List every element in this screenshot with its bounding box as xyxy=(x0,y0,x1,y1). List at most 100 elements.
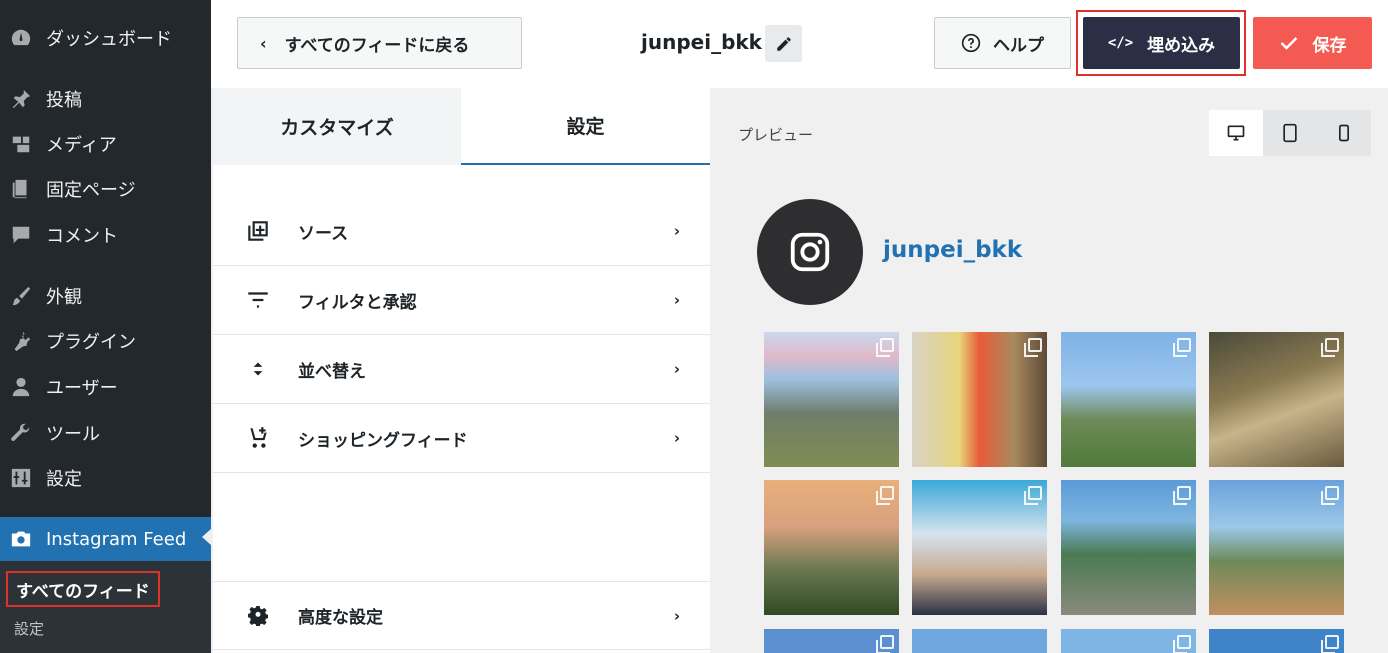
active-indicator xyxy=(202,529,211,545)
carousel-icon xyxy=(1173,635,1191,653)
submenu-settings[interactable]: 設定 xyxy=(14,618,44,639)
sidebar-item-label: 設定 xyxy=(46,469,82,490)
post-thumbnail[interactable] xyxy=(1209,332,1344,467)
sidebar-item-instagram-feed[interactable]: Instagram Feed xyxy=(0,517,211,561)
sidebar-item-label: ユーザー xyxy=(46,378,118,399)
desktop-icon xyxy=(1227,125,1245,141)
sidebar-item-plugins[interactable]: プラグイン xyxy=(0,321,211,361)
sidebar-item-dashboard[interactable]: ダッシュボード xyxy=(0,18,211,58)
sidebar-item-label: ダッシュボード xyxy=(46,29,172,50)
preview-area: プレビュー junpei_bkk xyxy=(710,88,1388,653)
chevron-right-icon: › xyxy=(673,222,680,240)
profile-username[interactable]: junpei_bkk xyxy=(883,237,1022,263)
add-source-icon xyxy=(243,216,273,246)
sidebar-item-label: コメント xyxy=(46,226,118,247)
sidebar-item-posts[interactable]: 投稿 xyxy=(0,79,211,119)
row-label: 並べ替え xyxy=(298,361,366,382)
code-icon: </> xyxy=(1107,35,1134,51)
carousel-icon xyxy=(1321,635,1339,653)
admin-sidebar: ダッシュボード 投稿 メディア 固定ページ コメント 外観 プラグイン ユーザー… xyxy=(0,0,211,653)
preview-label: プレビュー xyxy=(738,126,814,144)
sidebar-item-tools[interactable]: ツール xyxy=(0,413,211,453)
gear-icon xyxy=(243,601,273,631)
post-thumbnail[interactable] xyxy=(764,629,899,653)
row-label: ソース xyxy=(298,223,349,244)
embed-button-label: 埋め込み xyxy=(1147,35,1216,56)
pencil-icon xyxy=(776,36,791,51)
sidebar-item-label: ツール xyxy=(46,424,100,445)
user-icon xyxy=(10,376,32,398)
profile-avatar xyxy=(757,199,863,305)
sidebar-item-label: Instagram Feed xyxy=(46,528,187,550)
post-thumbnail[interactable] xyxy=(1209,480,1344,615)
mobile-view-button[interactable] xyxy=(1317,110,1371,156)
device-switcher xyxy=(1209,110,1371,156)
sidebar-item-settings[interactable]: 設定 xyxy=(0,458,211,498)
panel-tabs: カスタマイズ 設定 xyxy=(213,88,710,165)
settings-row-filter[interactable]: フィルタと承認 › xyxy=(213,266,710,335)
help-button-label: ヘルプ xyxy=(993,35,1044,56)
camera-icon xyxy=(10,528,32,550)
back-button-label: すべてのフィードに戻る xyxy=(284,35,470,56)
back-to-feeds-button[interactable]: ‹ すべてのフィードに戻る xyxy=(237,17,522,69)
tablet-view-button[interactable] xyxy=(1263,110,1317,156)
tab-customize[interactable]: カスタマイズ xyxy=(213,88,461,165)
help-button[interactable]: ヘルプ xyxy=(934,17,1071,69)
carousel-icon xyxy=(876,338,894,357)
edit-feed-name-button[interactable] xyxy=(765,25,802,62)
sidebar-item-media[interactable]: メディア xyxy=(0,124,211,164)
tab-settings[interactable]: 設定 xyxy=(461,88,710,165)
sidebar-item-users[interactable]: ユーザー xyxy=(0,367,211,407)
check-icon xyxy=(1280,37,1297,50)
post-thumbnail[interactable] xyxy=(1061,332,1196,467)
desktop-view-button[interactable] xyxy=(1209,110,1263,156)
carousel-icon xyxy=(1321,486,1339,505)
instagram-icon xyxy=(790,232,830,272)
carousel-icon xyxy=(1024,338,1042,357)
sidebar-item-appearance[interactable]: 外観 xyxy=(0,276,211,316)
sidebar-item-label: 固定ページ xyxy=(46,180,136,201)
dashboard-icon xyxy=(10,27,32,49)
filter-icon xyxy=(243,285,273,315)
settings-row-source[interactable]: ソース › xyxy=(213,197,710,266)
post-thumbnail[interactable] xyxy=(764,332,899,467)
post-thumbnail[interactable] xyxy=(912,480,1047,615)
sidebar-item-label: メディア xyxy=(46,135,117,156)
row-label: ショッピングフィード xyxy=(298,430,468,451)
sidebar-item-comments[interactable]: コメント xyxy=(0,215,211,255)
post-thumbnail[interactable] xyxy=(764,480,899,615)
settings-row-shopping[interactable]: ショッピングフィード › xyxy=(213,404,710,473)
carousel-icon xyxy=(1321,338,1339,357)
settings-row-advanced[interactable]: 高度な設定 › xyxy=(213,581,710,650)
media-icon xyxy=(10,133,32,155)
post-thumbnail[interactable] xyxy=(912,629,1047,653)
carousel-icon xyxy=(1173,338,1191,357)
chevron-right-icon: › xyxy=(673,429,680,447)
save-button[interactable]: 保存 xyxy=(1253,17,1372,69)
carousel-icon xyxy=(1024,486,1042,505)
post-thumbnail[interactable] xyxy=(1061,480,1196,615)
settings-row-sort[interactable]: 並べ替え › xyxy=(213,335,710,404)
builder-header: ‹ すべてのフィードに戻る junpei_bkk ヘルプ </> 埋め込み 保存 xyxy=(211,0,1388,88)
customizer-panel: カスタマイズ 設定 ソース › フィルタと承認 › 並べ替え › ショッピングフ… xyxy=(213,88,710,653)
chevron-right-icon: › xyxy=(673,360,680,378)
mobile-icon xyxy=(1339,124,1349,142)
sidebar-item-pages[interactable]: 固定ページ xyxy=(0,169,211,209)
submenu-all-feeds[interactable]: すべてのフィード xyxy=(6,571,160,607)
plugin-icon xyxy=(10,330,32,352)
sidebar-item-label: プラグイン xyxy=(46,332,136,353)
tablet-icon xyxy=(1283,123,1297,143)
save-button-label: 保存 xyxy=(1312,35,1347,56)
embed-button[interactable]: </> 埋め込み xyxy=(1083,17,1240,69)
sidebar-item-label: 投稿 xyxy=(46,90,82,111)
chevron-right-icon: › xyxy=(673,606,680,625)
post-thumbnail[interactable] xyxy=(912,332,1047,467)
row-label: 高度な設定 xyxy=(298,608,383,628)
sort-icon xyxy=(243,354,273,384)
pin-icon xyxy=(10,88,32,110)
feed-name: junpei_bkk xyxy=(641,30,762,54)
sidebar-item-label: 外観 xyxy=(46,287,82,308)
post-thumbnail[interactable] xyxy=(1061,629,1196,653)
chevron-left-icon: ‹ xyxy=(260,33,267,53)
post-thumbnail[interactable] xyxy=(1209,629,1344,653)
